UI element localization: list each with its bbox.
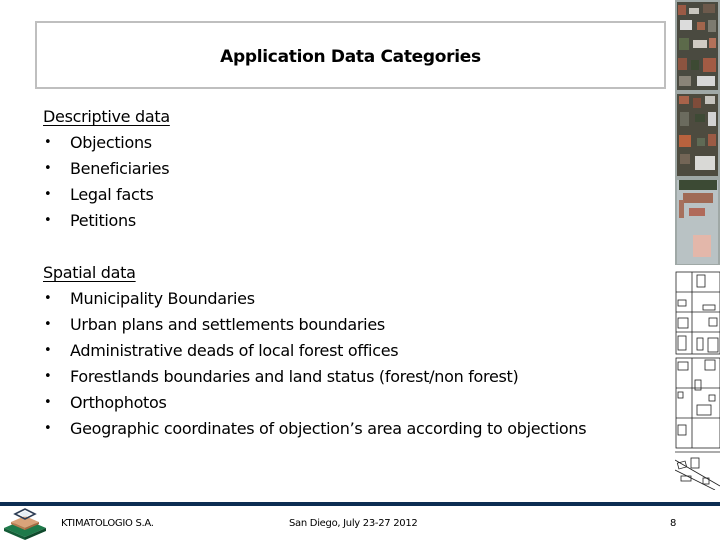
bullet-icon: •: [44, 317, 52, 332]
bullet-icon: •: [44, 395, 52, 410]
footer-organization: KTIMATOLOGIO S.A.: [61, 518, 154, 529]
list-item: • Urban plans and settlements boundaries: [43, 312, 643, 338]
slide-content: Descriptive data • Objections • Beneficiar…: [43, 104, 643, 468]
list-item: • Beneficiaries: [43, 156, 643, 182]
list-item: • Municipality Boundaries: [43, 286, 643, 312]
bullet-icon: •: [44, 369, 52, 384]
cadastral-icon: [675, 271, 720, 490]
orthophoto-icon: [675, 0, 720, 265]
list-item: • Administrative deads of local forest of…: [43, 338, 643, 364]
page-number: 8: [670, 518, 677, 529]
section-heading: Spatial data: [43, 263, 136, 282]
bullet-icon: •: [44, 343, 52, 358]
section-heading: Descriptive data: [43, 107, 170, 126]
bullet-icon: •: [44, 213, 52, 228]
title-box: Application Data Categories: [35, 21, 666, 89]
ktimatologio-logo-icon: [4, 508, 46, 540]
section-descriptive-data: Descriptive data • Objections • Beneficiar…: [43, 104, 643, 234]
slide-title: Application Data Categories: [220, 46, 481, 67]
side-decoration: [675, 0, 720, 490]
bullet-icon: •: [44, 161, 52, 176]
list-item: • Forestlands boundaries and land status …: [43, 364, 643, 390]
bullet-icon: •: [44, 421, 52, 436]
footer: KTIMATOLOGIO S.A. San Diego, July 23-27 …: [0, 506, 720, 540]
footer-event: San Diego, July 23-27 2012: [289, 518, 418, 529]
list-item: • Legal facts: [43, 182, 643, 208]
section-spatial-data: Spatial data • Municipality Boundaries • U…: [43, 260, 643, 442]
bullet-icon: •: [44, 291, 52, 306]
list-item: • Objections: [43, 130, 643, 156]
list-item: • Orthophotos: [43, 390, 643, 416]
list-item: • Geographic coordinates of objection’s a…: [43, 416, 643, 442]
bullet-icon: •: [44, 135, 52, 150]
bullet-icon: •: [44, 187, 52, 202]
list-item: • Petitions: [43, 208, 643, 234]
